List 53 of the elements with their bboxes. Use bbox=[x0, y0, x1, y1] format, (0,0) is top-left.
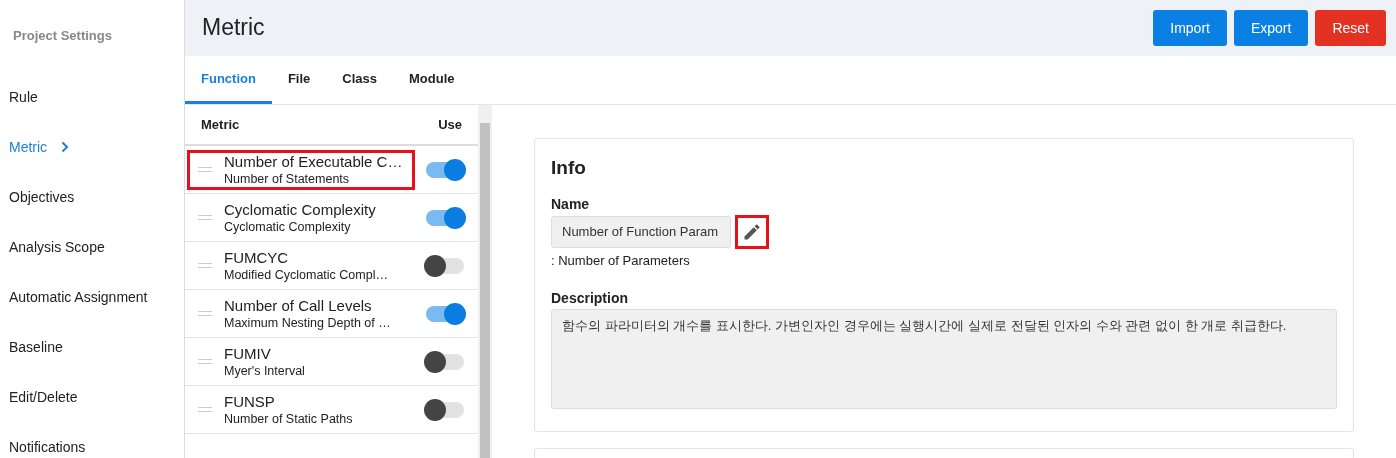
toggle-switch[interactable] bbox=[426, 305, 464, 322]
tab[interactable]: Module bbox=[393, 56, 471, 104]
tab[interactable]: Class bbox=[326, 56, 393, 104]
column-header: Use bbox=[438, 115, 462, 134]
sidebar-item[interactable]: Metric bbox=[0, 122, 184, 172]
sidebar-item[interactable]: Edit/Delete bbox=[0, 372, 184, 422]
name-field[interactable]: Number of Function Param bbox=[551, 215, 731, 248]
tab[interactable]: Function bbox=[185, 56, 272, 104]
card-title: Info bbox=[551, 157, 587, 180]
tab[interactable]: File bbox=[271, 56, 327, 104]
edit-button[interactable] bbox=[735, 214, 769, 249]
field-label: Name bbox=[551, 194, 591, 214]
metric-name: FUNSP bbox=[224, 392, 276, 411]
scrollbar[interactable] bbox=[478, 105, 492, 458]
drag-handle-icon[interactable] bbox=[198, 167, 212, 172]
sidebar-item[interactable]: Objectives bbox=[0, 172, 184, 222]
header-button[interactable]: Import bbox=[1153, 10, 1227, 46]
sidebar-item[interactable]: Rule bbox=[0, 72, 184, 122]
description-field[interactable]: 함수의 파라미터의 개수를 표시한다. 가변인자인 경우에는 실행시간에 실제로 전달된 인자의 수와 관련 없이 한 개로 취급한다. bbox=[551, 309, 1337, 410]
toggle-switch[interactable] bbox=[426, 209, 464, 226]
field-label: Description bbox=[551, 289, 629, 309]
pencil-icon bbox=[742, 221, 762, 242]
sidebar-title: Project Settings bbox=[12, 27, 113, 45]
sidebar-item[interactable]: Baseline bbox=[0, 322, 184, 372]
metric-subtitle: Maximum Nesting Depth of … bbox=[224, 314, 391, 331]
metric-name: Cyclomatic Complexity bbox=[224, 200, 376, 219]
metric-name: Number of Call Levels bbox=[224, 296, 373, 315]
name-note: : Number of Parameters bbox=[551, 251, 691, 270]
metric-name: FUMCYC bbox=[224, 248, 290, 267]
drag-handle-icon[interactable] bbox=[198, 215, 212, 220]
drag-handle-icon[interactable] bbox=[198, 407, 212, 412]
sidebar-item[interactable]: Automatic Assignment bbox=[0, 272, 184, 322]
metric-subtitle: Modified Cyclomatic Compl… bbox=[224, 266, 388, 283]
metric-subtitle: Cyclomatic Complexity bbox=[224, 218, 352, 235]
sidebar-item[interactable]: Notifications bbox=[0, 422, 184, 458]
metric-subtitle: Myer's Interval bbox=[224, 362, 305, 379]
sidebar-item[interactable]: Analysis Scope bbox=[0, 222, 184, 272]
toggle-switch[interactable] bbox=[426, 257, 464, 274]
metric-subtitle: Number of Static Paths bbox=[224, 410, 353, 427]
metric-subtitle: Number of Statements bbox=[224, 170, 351, 187]
toggle-switch[interactable] bbox=[426, 161, 464, 178]
metric-name: Number of Executable C… bbox=[224, 152, 403, 171]
header-button[interactable]: Reset bbox=[1315, 10, 1386, 46]
toggle-switch[interactable] bbox=[426, 353, 464, 370]
metric-name: FUMIV bbox=[224, 344, 272, 363]
header-button[interactable]: Export bbox=[1233, 10, 1309, 46]
toggle-switch[interactable] bbox=[426, 401, 464, 418]
column-header: Metric bbox=[201, 115, 240, 134]
page-title: Metric bbox=[202, 14, 265, 42]
drag-handle-icon[interactable] bbox=[198, 263, 212, 268]
chevron-icon bbox=[61, 141, 70, 153]
drag-handle-icon[interactable] bbox=[198, 359, 212, 364]
drag-handle-icon[interactable] bbox=[198, 311, 212, 316]
